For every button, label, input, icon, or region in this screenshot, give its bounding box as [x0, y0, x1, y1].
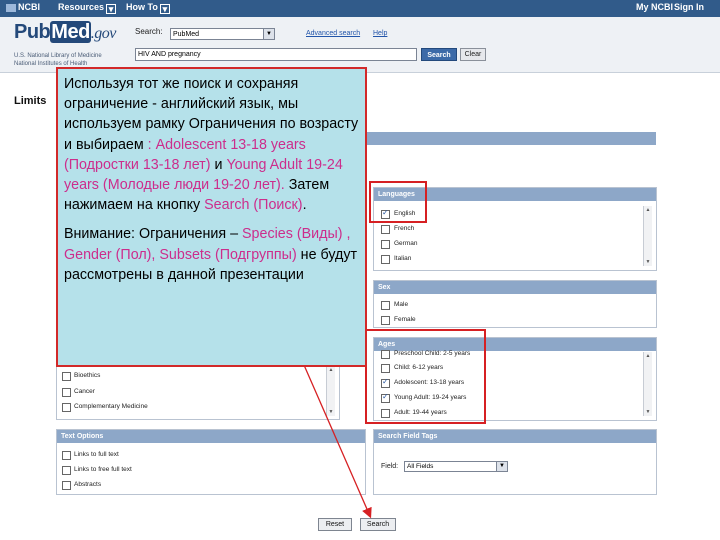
- instruction-paragraph: Используя тот же поиск и сохраняя ограни…: [64, 76, 359, 214]
- note-paragraph: Внимание: Ограничения – Species (Виды) ,…: [64, 226, 358, 283]
- instruction-callout: Используя тот же поиск и сохраняя ограни…: [56, 67, 367, 367]
